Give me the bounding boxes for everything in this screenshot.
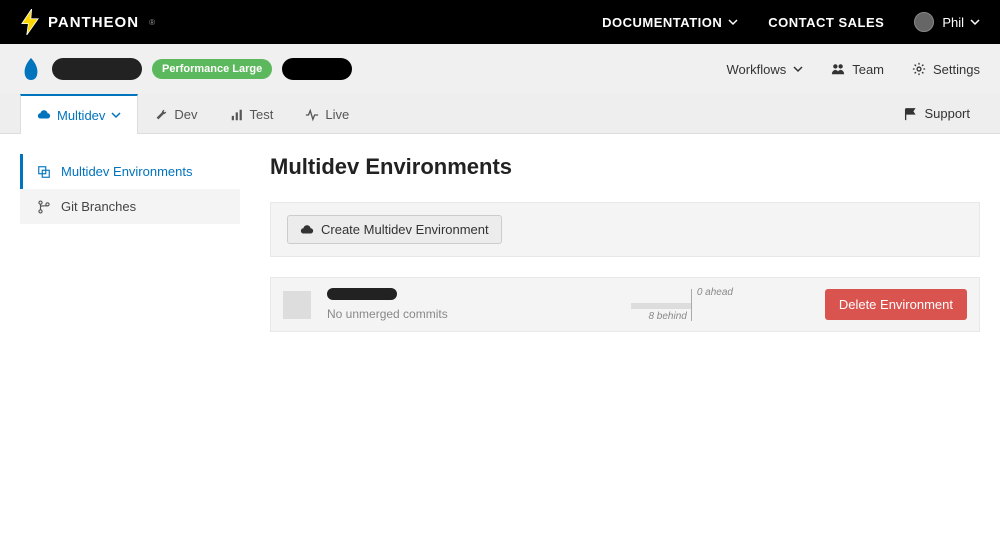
tab-dev-label: Dev	[174, 107, 197, 122]
pantheon-bolt-icon	[20, 9, 40, 35]
support-link[interactable]: Support	[903, 94, 980, 133]
global-header: PANTHEON ® DOCUMENTATION CONTACT SALES Ph…	[0, 0, 1000, 44]
nav-documentation-label: DOCUMENTATION	[602, 15, 722, 30]
global-nav: DOCUMENTATION CONTACT SALES Phil	[602, 12, 980, 32]
environment-name-redacted	[327, 288, 397, 300]
environment-info: No unmerged commits	[327, 288, 547, 321]
main-area: Multidev Environments Git Branches Multi…	[0, 134, 1000, 352]
brand-logo[interactable]: PANTHEON ®	[20, 9, 155, 35]
cloud-icon	[300, 223, 314, 237]
ahead-label: 0 ahead	[697, 287, 733, 298]
site-name-redacted	[52, 58, 142, 80]
drupal-icon	[20, 56, 42, 82]
site-actions: Workflows Team Settings	[727, 62, 981, 77]
flag-icon	[903, 107, 917, 121]
tab-dev[interactable]: Dev	[138, 94, 213, 133]
page-title: Multidev Environments	[270, 154, 980, 180]
nav-contact-sales[interactable]: CONTACT SALES	[768, 15, 884, 30]
sidebar-item-git-branches[interactable]: Git Branches	[20, 189, 240, 224]
site-identity: Performance Large	[20, 56, 352, 82]
cloud-icon	[37, 108, 51, 122]
create-button-label: Create Multidev Environment	[321, 222, 489, 237]
behind-label: 8 behind	[648, 311, 686, 322]
delete-environment-button[interactable]: Delete Environment	[825, 289, 967, 320]
tab-multidev-label: Multidev	[57, 108, 105, 123]
tab-live-label: Live	[325, 107, 349, 122]
user-name-label: Phil	[942, 15, 964, 30]
site-header: Performance Large Workflows Team Setting…	[0, 44, 1000, 94]
stats-icon	[230, 108, 244, 122]
tabs-left: Multidev Dev Test Live	[20, 94, 365, 133]
wrench-icon	[154, 108, 168, 122]
tab-test[interactable]: Test	[214, 94, 290, 133]
team-label: Team	[852, 62, 884, 77]
chevron-down-icon	[111, 110, 121, 120]
tab-test-label: Test	[250, 107, 274, 122]
registered-mark: ®	[149, 18, 155, 27]
chevron-down-icon	[793, 64, 803, 74]
sidebar-item-multidev-environments[interactable]: Multidev Environments	[20, 154, 240, 189]
chevron-down-icon	[728, 17, 738, 27]
create-multidev-button[interactable]: Create Multidev Environment	[287, 215, 502, 244]
avatar	[914, 12, 934, 32]
commit-graph: 0 ahead 8 behind	[563, 289, 809, 321]
branch-icon	[37, 200, 51, 214]
support-label: Support	[924, 106, 970, 121]
environment-thumbnail	[283, 291, 311, 319]
team-link[interactable]: Team	[831, 62, 884, 77]
workflows-label: Workflows	[727, 62, 787, 77]
content: Multidev Environments Create Multidev En…	[270, 154, 980, 332]
settings-label: Settings	[933, 62, 980, 77]
user-menu[interactable]: Phil	[914, 12, 980, 32]
nav-documentation[interactable]: DOCUMENTATION	[602, 15, 738, 30]
settings-link[interactable]: Settings	[912, 62, 980, 77]
brand-text: PANTHEON	[48, 14, 139, 31]
tab-live[interactable]: Live	[289, 94, 365, 133]
team-icon	[831, 62, 845, 76]
create-panel: Create Multidev Environment	[270, 202, 980, 257]
environment-tabs: Multidev Dev Test Live Support	[0, 94, 1000, 134]
performance-badge: Performance Large	[152, 59, 272, 79]
gear-icon	[912, 62, 926, 76]
environment-commit-status: No unmerged commits	[327, 307, 547, 321]
site-meta-redacted	[282, 58, 352, 80]
environment-row: No unmerged commits 0 ahead 8 behind Del…	[270, 277, 980, 332]
nav-contact-sales-label: CONTACT SALES	[768, 15, 884, 30]
chevron-down-icon	[970, 17, 980, 27]
graph-divider	[691, 289, 692, 321]
clone-icon	[37, 165, 51, 179]
pulse-icon	[305, 108, 319, 122]
behind-bar	[631, 303, 691, 309]
sidebar: Multidev Environments Git Branches	[20, 154, 240, 332]
tab-multidev[interactable]: Multidev	[20, 94, 138, 134]
sidebar-item-label: Multidev Environments	[61, 164, 193, 179]
sidebar-item-label: Git Branches	[61, 199, 136, 214]
workflows-menu[interactable]: Workflows	[727, 62, 804, 77]
